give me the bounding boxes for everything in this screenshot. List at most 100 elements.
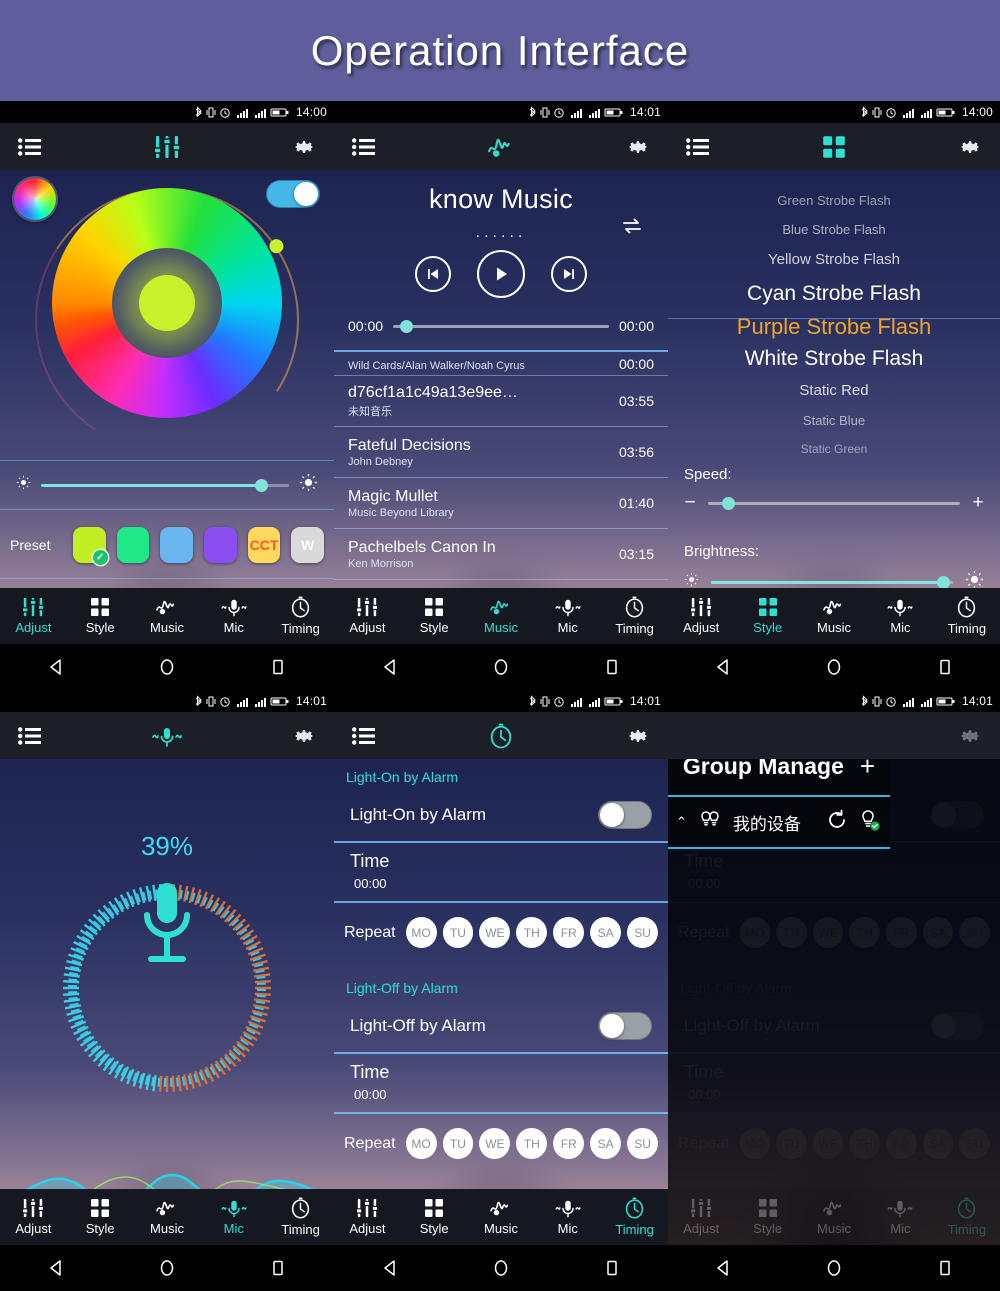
tab-music[interactable]: Music [468,1198,535,1236]
light-on-row[interactable]: Light-On by Alarm [334,789,668,843]
tab-music[interactable]: Music [134,1198,201,1236]
style-option[interactable]: Cyan Strobe Flash [668,283,1000,304]
tab-mic[interactable]: Mic [200,597,267,635]
light-on-time-row[interactable]: Time 00:00 [334,843,668,903]
day-toggle-mo[interactable]: MO [405,917,437,948]
nav-recents-icon[interactable] [602,1258,622,1278]
style-option[interactable]: Static Green [668,443,1000,455]
brightness-slider[interactable] [41,478,289,492]
brightness-slider[interactable] [711,575,953,589]
microphone-icon[interactable] [131,877,203,974]
color-wheel-center[interactable] [139,275,195,331]
day-toggle-th[interactable]: TH [516,917,548,948]
tab-style[interactable]: Style [401,597,468,635]
nav-home-icon[interactable] [491,657,511,677]
adjust-mode-icon[interactable] [154,135,180,159]
style-option[interactable]: Green Strobe Flash [668,194,1000,207]
play-button[interactable] [477,250,525,298]
power-toggle[interactable] [266,180,320,208]
style-option[interactable]: Blue Strobe Flash [668,223,1000,236]
speed-minus-button[interactable]: − [684,492,696,514]
group-list-item[interactable]: ⌃ 我的设备 [668,797,890,849]
menu-icon[interactable] [18,726,42,745]
nav-home-icon[interactable] [491,1258,511,1278]
tab-mic[interactable]: Mic [534,1198,601,1236]
gear-icon[interactable] [292,724,316,748]
day-toggle-sa[interactable]: SA [590,917,622,948]
gear-icon[interactable] [292,135,316,159]
tab-timing[interactable]: Timing [601,1197,668,1237]
menu-icon[interactable] [352,726,376,745]
style-option[interactable]: Static Blue [668,414,1000,427]
list-item[interactable]: Pachelbels Canon In Ken Morrison 03:15 [334,529,668,580]
style-option-selected[interactable]: Purple Strobe Flash [668,316,1000,338]
light-off-toggle[interactable] [598,1012,652,1040]
seek-knob[interactable] [399,319,413,333]
seek-slider[interactable] [393,319,609,333]
nav-home-icon[interactable] [157,657,177,677]
refresh-icon[interactable] [826,809,848,836]
style-mode-icon[interactable] [822,135,846,159]
menu-icon[interactable] [352,137,376,156]
nav-home-icon[interactable] [824,657,844,677]
nav-back-icon[interactable] [713,657,733,677]
list-item[interactable]: Fateful Decisions John Debney 03:56 [334,427,668,478]
style-option[interactable]: Yellow Strobe Flash [668,252,1000,267]
timing-mode-icon[interactable] [488,723,514,749]
nav-recents-icon[interactable] [268,1258,288,1278]
tab-adjust[interactable]: Adjust [668,597,734,635]
tab-timing[interactable]: Timing [934,596,1000,636]
speed-plus-button[interactable]: + [972,492,984,514]
song-list[interactable]: Wild Cards/Alan Walker/Noah Cyrus 00:00 … [334,350,668,631]
tab-mic[interactable]: Mic [534,597,601,635]
nav-recents-icon[interactable] [268,657,288,677]
bulb-check-icon[interactable] [858,808,882,837]
next-button[interactable] [551,256,587,292]
nav-recents-icon[interactable] [602,657,622,677]
tab-style[interactable]: Style [67,1198,134,1236]
light-on-toggle[interactable] [598,801,652,829]
list-item[interactable]: d76cf1a1c49a13e9ee… 未知音乐 03:55 [334,376,668,427]
previous-button[interactable] [415,256,451,292]
nav-home-icon[interactable] [157,1258,177,1278]
preset-swatch-2[interactable] [116,526,150,563]
tab-music[interactable]: Music [134,597,201,635]
style-option[interactable]: White Strobe Flash [668,348,1000,369]
tab-adjust[interactable]: Adjust [334,597,401,635]
gear-icon[interactable] [958,135,982,159]
nav-back-icon[interactable] [46,657,66,677]
preset-swatch-4[interactable] [204,526,237,563]
tab-adjust[interactable]: Adjust [0,1198,67,1236]
gear-icon[interactable] [958,724,982,748]
tab-music[interactable]: Music [801,597,867,635]
style-picker[interactable]: Green Strobe Flash Blue Strobe Flash Yel… [668,182,1000,455]
tab-timing[interactable]: Timing [267,1197,334,1237]
day-toggle-fr[interactable]: FR [553,917,585,948]
color-mode-icon[interactable] [14,178,56,220]
day-toggle-su[interactable]: SU [627,917,659,948]
speed-slider[interactable] [708,496,960,510]
repeat-mode-icon[interactable] [620,216,644,241]
menu-icon[interactable] [18,137,42,156]
list-item[interactable]: Wild Cards/Alan Walker/Noah Cyrus 00:00 [334,350,668,376]
speed-slider-knob[interactable] [721,496,735,510]
chevron-up-icon[interactable]: ⌃ [676,814,687,830]
day-toggle-we[interactable]: WE [479,917,511,948]
tab-timing[interactable]: Timing [267,596,334,636]
nav-recents-icon[interactable] [935,657,955,677]
nav-back-icon[interactable] [380,657,400,677]
tab-adjust[interactable]: Adjust [334,1198,401,1236]
preset-swatch-3[interactable] [160,526,194,563]
menu-icon[interactable] [686,137,710,156]
style-option[interactable]: Static Red [668,383,1000,398]
nav-home-icon[interactable] [824,1258,844,1278]
nav-back-icon[interactable] [713,1258,733,1278]
music-mode-icon[interactable] [487,135,515,159]
preset-swatch-cct[interactable]: CCT [247,526,281,563]
tab-music[interactable]: Music [468,597,535,635]
tab-mic[interactable]: Mic [200,1198,267,1236]
nav-recents-icon[interactable] [935,1258,955,1278]
preset-swatch-white[interactable]: W [291,526,325,563]
tab-style[interactable]: Style [734,597,800,635]
tab-style[interactable]: Style [401,1198,468,1236]
